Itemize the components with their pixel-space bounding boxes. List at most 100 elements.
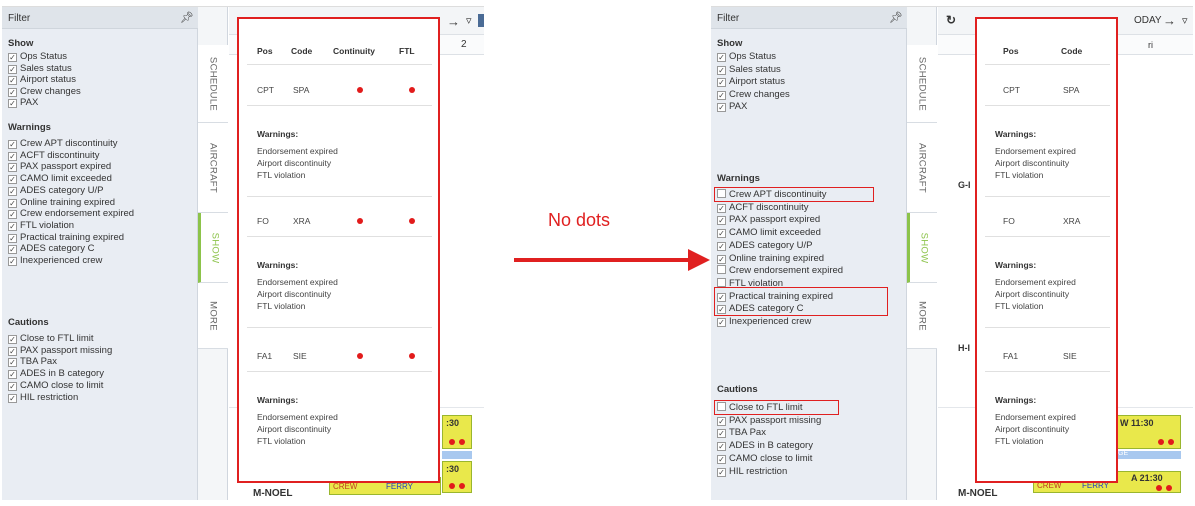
checked-box-icon[interactable]: ✓ — [717, 229, 726, 239]
filter-checkbox[interactable]: ✓ HIL restriction — [717, 466, 787, 478]
table-button[interactable] — [478, 14, 484, 27]
checked-box-icon[interactable]: ✓ — [717, 318, 726, 327]
aircraft-tail[interactable]: H-I — [958, 343, 970, 353]
checked-box-icon[interactable]: ✓ — [717, 53, 726, 62]
checked-box-icon[interactable]: ✓ — [8, 151, 17, 161]
filter-checkbox[interactable]: ✓ CAMO limit exceeded — [717, 227, 821, 239]
tab-show[interactable]: SHOW — [198, 213, 228, 283]
filter-checkbox[interactable]: ✓ FTL violation — [8, 220, 74, 232]
pin-icon[interactable]: 📌︎ — [889, 11, 903, 24]
unchecked-box-icon[interactable] — [717, 277, 726, 287]
filter-checkbox[interactable]: ✓ Sales status — [717, 64, 781, 76]
filter-checkbox[interactable]: ✓ ADES category U/P — [717, 240, 812, 252]
filter-checkbox[interactable]: ✓ Close to FTL limit — [8, 333, 94, 345]
filter-checkbox[interactable]: ✓ Airport status — [8, 74, 76, 86]
aircraft-tail[interactable]: G-I — [958, 180, 971, 190]
checked-box-icon[interactable]: ✓ — [8, 245, 17, 255]
filter-checkbox[interactable]: ✓ Inexperienced crew — [717, 316, 811, 328]
filter-checkbox[interactable]: ✓ ADES category U/P — [8, 185, 103, 197]
checked-box-icon[interactable]: ✓ — [8, 99, 17, 108]
filter-checkbox[interactable]: ✓ ADES in B category — [8, 368, 104, 380]
flight-block[interactable]: :30 — [442, 461, 472, 493]
arrow-right-icon[interactable]: → — [1163, 13, 1176, 28]
filter-funnel-icon[interactable]: ▿ — [1182, 14, 1188, 27]
tab-show[interactable]: SHOW — [907, 213, 937, 283]
tab-schedule[interactable]: SCHEDULE — [907, 45, 937, 123]
checked-box-icon[interactable]: ✓ — [8, 140, 17, 149]
filter-checkbox[interactable]: ✓ Crew endorsement expired — [8, 208, 134, 220]
filter-checkbox[interactable]: ✓ CAMO close to limit — [8, 380, 103, 392]
filter-checkbox[interactable]: ✓ PAX — [8, 97, 38, 109]
checked-box-icon[interactable]: ✓ — [717, 203, 726, 213]
filter-checkbox[interactable]: ✓ Sales status — [8, 63, 72, 75]
filter-checkbox[interactable]: ✓ Ops Status — [717, 51, 776, 63]
tab-aircraft[interactable]: AIRCRAFT — [198, 123, 228, 213]
filter-checkbox[interactable]: ✓ ADES in B category — [717, 440, 813, 452]
tab-schedule[interactable]: SCHEDULE — [198, 45, 228, 123]
checked-box-icon[interactable]: ✓ — [8, 64, 17, 74]
tab-more[interactable]: MORE — [907, 283, 937, 349]
unchecked-box-icon[interactable] — [717, 265, 726, 275]
checked-box-icon[interactable]: ✓ — [8, 358, 17, 368]
filter-checkbox[interactable]: ✓ Airport status — [717, 76, 785, 88]
flight-block[interactable]: :30 — [442, 415, 472, 449]
filter-funnel-icon[interactable]: ▿ — [466, 14, 472, 27]
filter-checkbox[interactable]: ✓ PAX passport missing — [8, 345, 112, 357]
filter-checkbox[interactable]: Crew endorsement expired — [717, 265, 843, 277]
today-button[interactable]: ODAY — [1134, 15, 1162, 26]
filter-checkbox[interactable]: ✓ Ops Status — [8, 51, 67, 63]
checked-box-icon[interactable]: ✓ — [8, 221, 17, 231]
checked-box-icon[interactable]: ✓ — [717, 216, 726, 226]
filter-checkbox[interactable]: ✓ CAMO close to limit — [717, 453, 812, 465]
filter-checkbox[interactable]: ✓ Crew APT discontinuity — [8, 138, 118, 150]
checked-box-icon[interactable]: ✓ — [8, 381, 17, 391]
filter-checkbox[interactable]: ✓ Crew changes — [717, 89, 790, 101]
checked-box-icon[interactable]: ✓ — [8, 76, 17, 85]
filter-checkbox[interactable]: ✓ ADES category C — [8, 243, 94, 255]
checked-box-icon[interactable]: ✓ — [717, 65, 726, 75]
checked-box-icon[interactable]: ✓ — [717, 78, 726, 87]
filter-checkbox[interactable]: ✓ Online training expired — [8, 197, 115, 209]
filter-checkbox[interactable]: ✓ CAMO limit exceeded — [8, 173, 112, 185]
checked-box-icon[interactable]: ✓ — [717, 241, 726, 251]
filter-checkbox[interactable]: ✓ Crew changes — [8, 86, 81, 98]
filter-checkbox[interactable]: ✓ HIL restriction — [8, 392, 78, 404]
pin-icon[interactable]: 📌︎ — [180, 11, 194, 24]
filter-checkbox[interactable]: ✓ TBA Pax — [8, 356, 57, 368]
checked-box-icon[interactable]: ✓ — [717, 416, 726, 426]
checked-box-icon[interactable]: ✓ — [8, 210, 17, 220]
filter-checkbox[interactable]: ✓ PAX passport expired — [8, 161, 111, 173]
checked-box-icon[interactable]: ✓ — [717, 103, 726, 112]
filter-checkbox[interactable]: ✓ Online training expired — [717, 253, 824, 265]
filter-checkbox[interactable]: ✓ PAX — [717, 101, 747, 113]
checked-box-icon[interactable]: ✓ — [717, 90, 726, 100]
checked-box-icon[interactable]: ✓ — [717, 454, 726, 464]
checked-box-icon[interactable]: ✓ — [8, 53, 17, 62]
flight-block[interactable]: W 11:30 — [1111, 415, 1181, 449]
checked-box-icon[interactable]: ✓ — [8, 393, 17, 403]
checked-box-icon[interactable]: ✓ — [8, 163, 17, 173]
filter-checkbox[interactable]: ✓ PAX passport missing — [717, 415, 821, 427]
filter-checkbox[interactable]: ✓ PAX passport expired — [717, 214, 820, 226]
filter-checkbox[interactable]: ✓ TBA Pax — [717, 427, 766, 439]
aircraft-registration[interactable]: M-NOEL — [253, 488, 292, 499]
checked-box-icon[interactable]: ✓ — [8, 335, 17, 344]
arrow-right-icon[interactable]: → — [447, 14, 460, 29]
filter-checkbox[interactable]: ✓ ACFT discontinuity — [8, 150, 100, 162]
filter-checkbox[interactable]: ✓ Practical training expired — [8, 232, 124, 244]
filter-checkbox[interactable]: ✓ ACFT discontinuity — [717, 202, 809, 214]
checked-box-icon[interactable]: ✓ — [8, 370, 17, 380]
checked-box-icon[interactable]: ✓ — [8, 257, 17, 266]
checked-box-icon[interactable]: ✓ — [8, 233, 17, 243]
filter-checkbox[interactable]: ✓ Inexperienced crew — [8, 255, 102, 267]
checked-box-icon[interactable]: ✓ — [717, 254, 726, 264]
checked-box-icon[interactable]: ✓ — [8, 346, 17, 356]
aircraft-registration[interactable]: M-NOEL — [958, 488, 997, 499]
tab-aircraft[interactable]: AIRCRAFT — [907, 123, 937, 213]
checked-box-icon[interactable]: ✓ — [8, 87, 17, 97]
checked-box-icon[interactable]: ✓ — [8, 186, 17, 196]
checked-box-icon[interactable]: ✓ — [8, 198, 17, 208]
checked-box-icon[interactable]: ✓ — [717, 467, 726, 477]
checked-box-icon[interactable]: ✓ — [8, 175, 17, 185]
checked-box-icon[interactable]: ✓ — [717, 429, 726, 439]
